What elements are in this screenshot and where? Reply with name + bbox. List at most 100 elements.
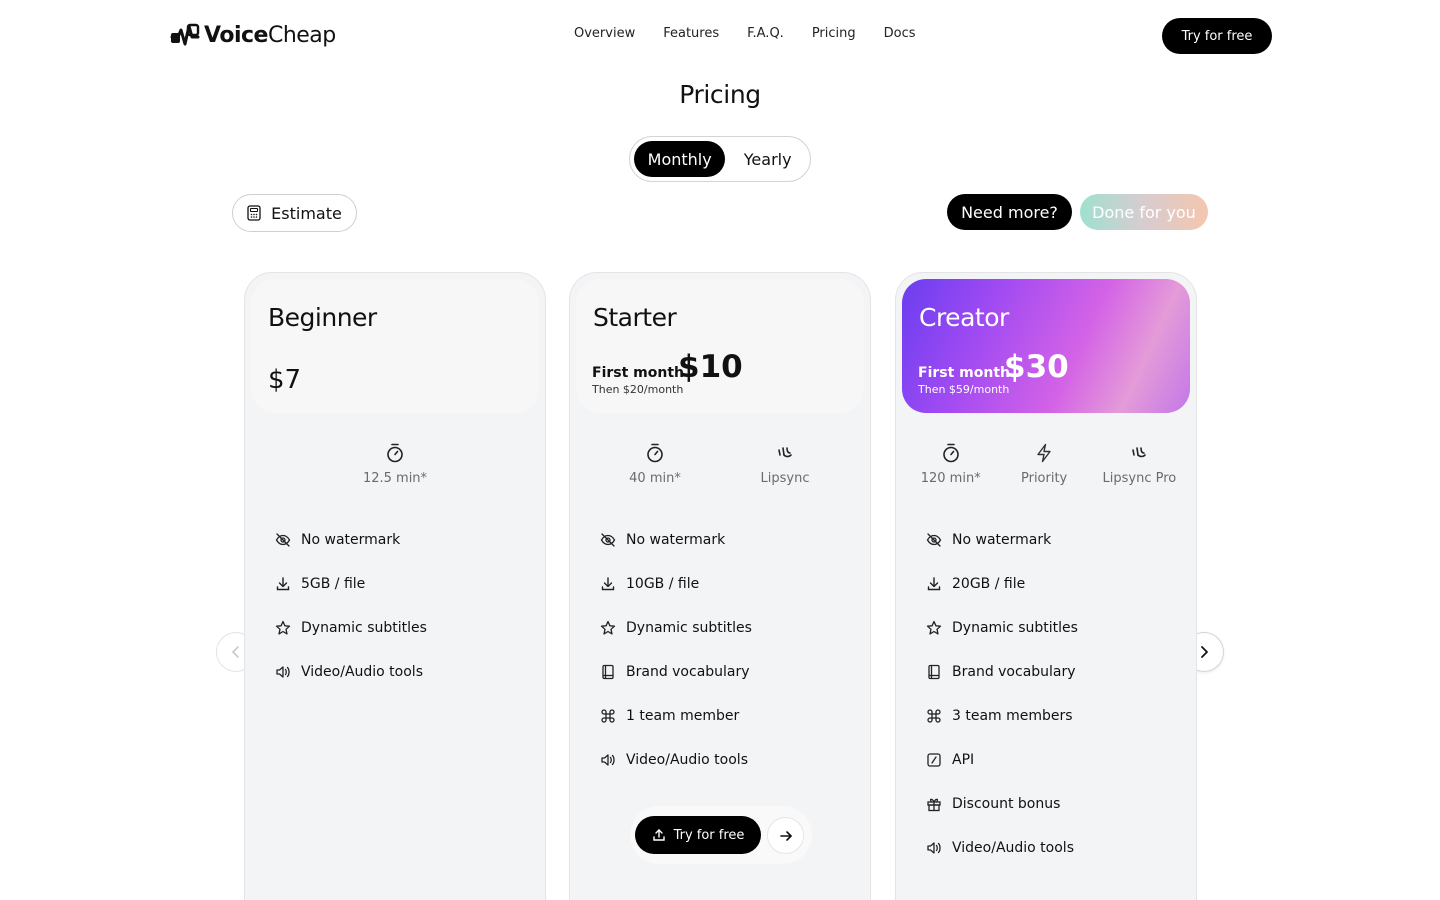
brand-name: VoiceCheap [204,22,336,48]
nav-links: Overview Features F.A.Q. Pricing Docs [574,26,916,41]
feature-label: Dynamic subtitles [626,620,752,636]
chevron-right-icon [1201,646,1208,658]
feature-label: Video/Audio tools [626,752,748,768]
timer-icon [647,443,663,463]
plan-cta-label: Try for free [673,827,745,843]
plan-header: Creator First month $30 Then $59/month [902,279,1190,413]
feature-label: No watermark [301,532,401,548]
stat-priority: Priority [1009,443,1079,486]
feature-label: 3 team members [952,708,1073,724]
feature-item: Discount bonus [926,793,1078,815]
stat-label: 12.5 min* [362,471,428,486]
plan-stats: 12.5 min* [245,443,545,486]
plan-price: $30 [1004,349,1069,385]
lipsync-icon [1132,447,1147,458]
stat-label: Priority [1020,471,1068,486]
renewal-price: Then $59/month [918,383,1010,396]
feature-item: Dynamic subtitles [275,617,427,639]
feature-label: 20GB / file [952,576,1026,592]
billing-toggle: Monthly Yearly [629,136,811,182]
download-icon [927,577,941,591]
feature-item: No watermark [275,529,427,551]
feature-label: Brand vocabulary [626,664,750,680]
nav-link-faq[interactable]: F.A.Q. [747,26,784,41]
feature-list: No watermark 5GB / file Dynamic subtitle… [275,529,427,683]
stat-lipsync: Lipsync Pro [1102,443,1177,486]
command-icon [601,709,615,723]
download-icon [276,577,290,591]
upload-icon [652,829,665,841]
lipsync-icon [778,447,792,458]
plan-name: Creator [919,303,1009,332]
top-nav: VoiceCheap Overview Features F.A.Q. Pric… [0,0,1440,72]
need-more-button[interactable]: Need more? [947,194,1072,230]
plan-price: $7 [268,365,302,395]
stat-minutes: 12.5 min* [360,443,430,486]
toggle-monthly[interactable]: Monthly [634,141,726,177]
download-icon [601,577,615,591]
brand-logo[interactable]: VoiceCheap [170,20,336,50]
book-icon [602,664,614,680]
feature-item: Dynamic subtitles [600,617,752,639]
plan-header: Beginner $7 [251,279,539,413]
speaker-icon [927,842,941,854]
feature-label: Discount bonus [952,796,1061,812]
feature-label: 5GB / file [301,576,366,592]
toggle-yearly[interactable]: Yearly [729,141,806,177]
nav-link-docs[interactable]: Docs [884,26,916,41]
stat-lipsync: Lipsync [750,443,820,486]
feature-item: 5GB / file [275,573,427,595]
feature-item: Video/Audio tools [926,837,1078,859]
calculator-icon [247,205,261,221]
eye-off-icon [926,533,942,547]
try-for-free-button[interactable]: Try for free [1162,18,1272,54]
plan-cta-arrow-button[interactable] [767,817,804,854]
first-month-label: First month [592,365,684,381]
nav-link-features[interactable]: Features [663,26,719,41]
plan-price: $10 [678,349,743,385]
feature-item: No watermark [600,529,752,551]
renewal-price: Then $20/month [592,383,684,396]
page-title: Pricing [679,80,761,109]
feature-item: Brand vocabulary [600,661,752,683]
plan-header: Starter First month $10 Then $20/month [576,279,864,413]
plan-name: Beginner [268,303,377,332]
book-icon [928,664,940,680]
plan-card-creator: Creator First month $30 Then $59/month 1… [895,272,1197,900]
speaker-icon [601,754,615,766]
plan-stats: 120 min* Priority Lipsync Pro [896,443,1196,486]
timer-icon [387,443,403,463]
estimate-label: Estimate [271,203,342,223]
feature-label: API [952,752,975,768]
plan-card-starter: Starter First month $10 Then $20/month 4… [569,272,871,900]
feature-item: Video/Audio tools [600,749,752,771]
feature-item: 10GB / file [600,573,752,595]
plan-card-beginner: Beginner $7 12.5 min* No watermark 5GB /… [244,272,546,900]
stat-label: 40 min* [629,471,681,486]
plan-try-for-free-button[interactable]: Try for free [635,816,761,854]
nav-link-pricing[interactable]: Pricing [812,26,856,41]
star-icon [275,620,291,635]
feature-label: Dynamic subtitles [952,620,1078,636]
feature-item: Brand vocabulary [926,661,1078,683]
star-icon [600,620,616,635]
feature-item: Dynamic subtitles [926,617,1078,639]
stat-label: Lipsync Pro [1102,471,1177,486]
timer-icon [942,443,959,463]
feature-item: 3 team members [926,705,1078,727]
feature-label: Dynamic subtitles [301,620,427,636]
feature-item: API [926,749,1078,771]
plan-stats: 40 min* Lipsync [570,443,870,486]
eye-off-icon [275,533,291,547]
estimate-button[interactable]: Estimate [232,194,357,232]
feature-label: 1 team member [626,708,740,724]
done-for-you-button[interactable]: Done for you [1080,194,1208,230]
feature-label: No watermark [626,532,726,548]
logo-mark-icon [170,23,200,46]
feature-label: Brand vocabulary [952,664,1076,680]
nav-link-overview[interactable]: Overview [574,26,635,41]
stat-minutes: 120 min* [916,443,986,486]
feature-label: 10GB / file [626,576,700,592]
chevron-left-icon [232,646,239,658]
feature-label: No watermark [952,532,1052,548]
